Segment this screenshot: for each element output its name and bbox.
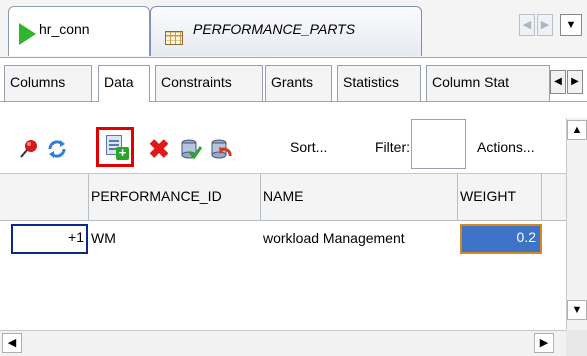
row-number-header bbox=[0, 174, 89, 221]
plus-icon: + bbox=[116, 146, 129, 160]
editor-tab-scroll-left-icon[interactable]: ◀ bbox=[550, 70, 566, 94]
tab-column-stat[interactable]: Column Stat bbox=[426, 65, 550, 101]
vertical-scrollbar[interactable]: ▲ ▼ bbox=[566, 118, 587, 356]
insert-row-button[interactable]: + bbox=[96, 127, 134, 167]
column-header-name[interactable]: NAME bbox=[261, 174, 458, 221]
scroll-left-icon[interactable]: ◀ bbox=[2, 333, 22, 353]
freeze-pin-icon[interactable] bbox=[18, 138, 40, 160]
editor-tab-scroll-right-icon[interactable]: ▶ bbox=[567, 70, 583, 94]
refresh-icon[interactable] bbox=[46, 138, 68, 160]
tab-list-menu-icon[interactable]: ▼ bbox=[560, 14, 582, 36]
horizontal-scrollbar[interactable]: ◀ ▶ bbox=[0, 330, 566, 356]
filter-label: Filter: bbox=[375, 139, 410, 155]
tab-statistics[interactable]: Statistics bbox=[337, 65, 421, 101]
tab-hr-conn-label: hr_conn bbox=[39, 21, 90, 37]
grid-header: PERFORMANCE_ID NAME WEIGHT bbox=[0, 174, 566, 221]
row-number-cell[interactable]: +1 bbox=[11, 224, 88, 254]
tab-grants[interactable]: Grants bbox=[265, 65, 332, 101]
tab-performance-parts[interactable]: PERFORMANCE_PARTS bbox=[150, 6, 422, 56]
tab-scroll-left-icon[interactable]: ◀ bbox=[519, 14, 535, 36]
document-tab-bar: hr_conn PERFORMANCE_PARTS ◀ ▶ ▼ bbox=[0, 0, 587, 58]
tab-scroll-right-icon[interactable]: ▶ bbox=[537, 14, 553, 36]
header-filler bbox=[542, 174, 566, 221]
scroll-right-icon[interactable]: ▶ bbox=[534, 333, 554, 353]
scroll-up-icon[interactable]: ▲ bbox=[567, 120, 587, 140]
tab-data[interactable]: Data bbox=[98, 65, 150, 102]
tab-hr-conn[interactable]: hr_conn bbox=[8, 6, 150, 56]
tab-constraints[interactable]: Constraints bbox=[155, 65, 263, 101]
cell-name[interactable]: workload Management bbox=[261, 222, 458, 262]
cell-performance-id[interactable]: WM bbox=[89, 222, 261, 262]
connection-play-icon bbox=[19, 23, 36, 45]
commit-icon[interactable] bbox=[180, 138, 203, 160]
sort-button[interactable]: Sort... bbox=[290, 139, 327, 155]
scrollbar-corner bbox=[566, 330, 587, 356]
editor-tab-bar: Columns Data Constraints Grants Statisti… bbox=[0, 62, 587, 102]
cell-weight[interactable]: 0.2 bbox=[460, 224, 542, 254]
delete-row-icon[interactable]: ✖ bbox=[148, 136, 170, 162]
rollback-icon[interactable] bbox=[210, 138, 232, 160]
column-header-weight[interactable]: WEIGHT bbox=[458, 174, 542, 221]
column-header-performance-id[interactable]: PERFORMANCE_ID bbox=[89, 174, 261, 221]
filter-input[interactable] bbox=[411, 119, 466, 169]
actions-button[interactable]: Actions... bbox=[477, 139, 535, 155]
table-row[interactable]: +1 WM workload Management 0.2 bbox=[0, 222, 566, 262]
tab-columns[interactable]: Columns bbox=[4, 65, 92, 101]
data-grid: PERFORMANCE_ID NAME WEIGHT +1 WM workloa… bbox=[0, 173, 566, 320]
table-grid-icon bbox=[165, 31, 183, 45]
data-toolbar: + ✖ Sort... Filter: Actions... bbox=[0, 103, 566, 173]
tab-performance-parts-label: PERFORMANCE_PARTS bbox=[193, 21, 356, 37]
scroll-down-icon[interactable]: ▼ bbox=[567, 300, 587, 320]
